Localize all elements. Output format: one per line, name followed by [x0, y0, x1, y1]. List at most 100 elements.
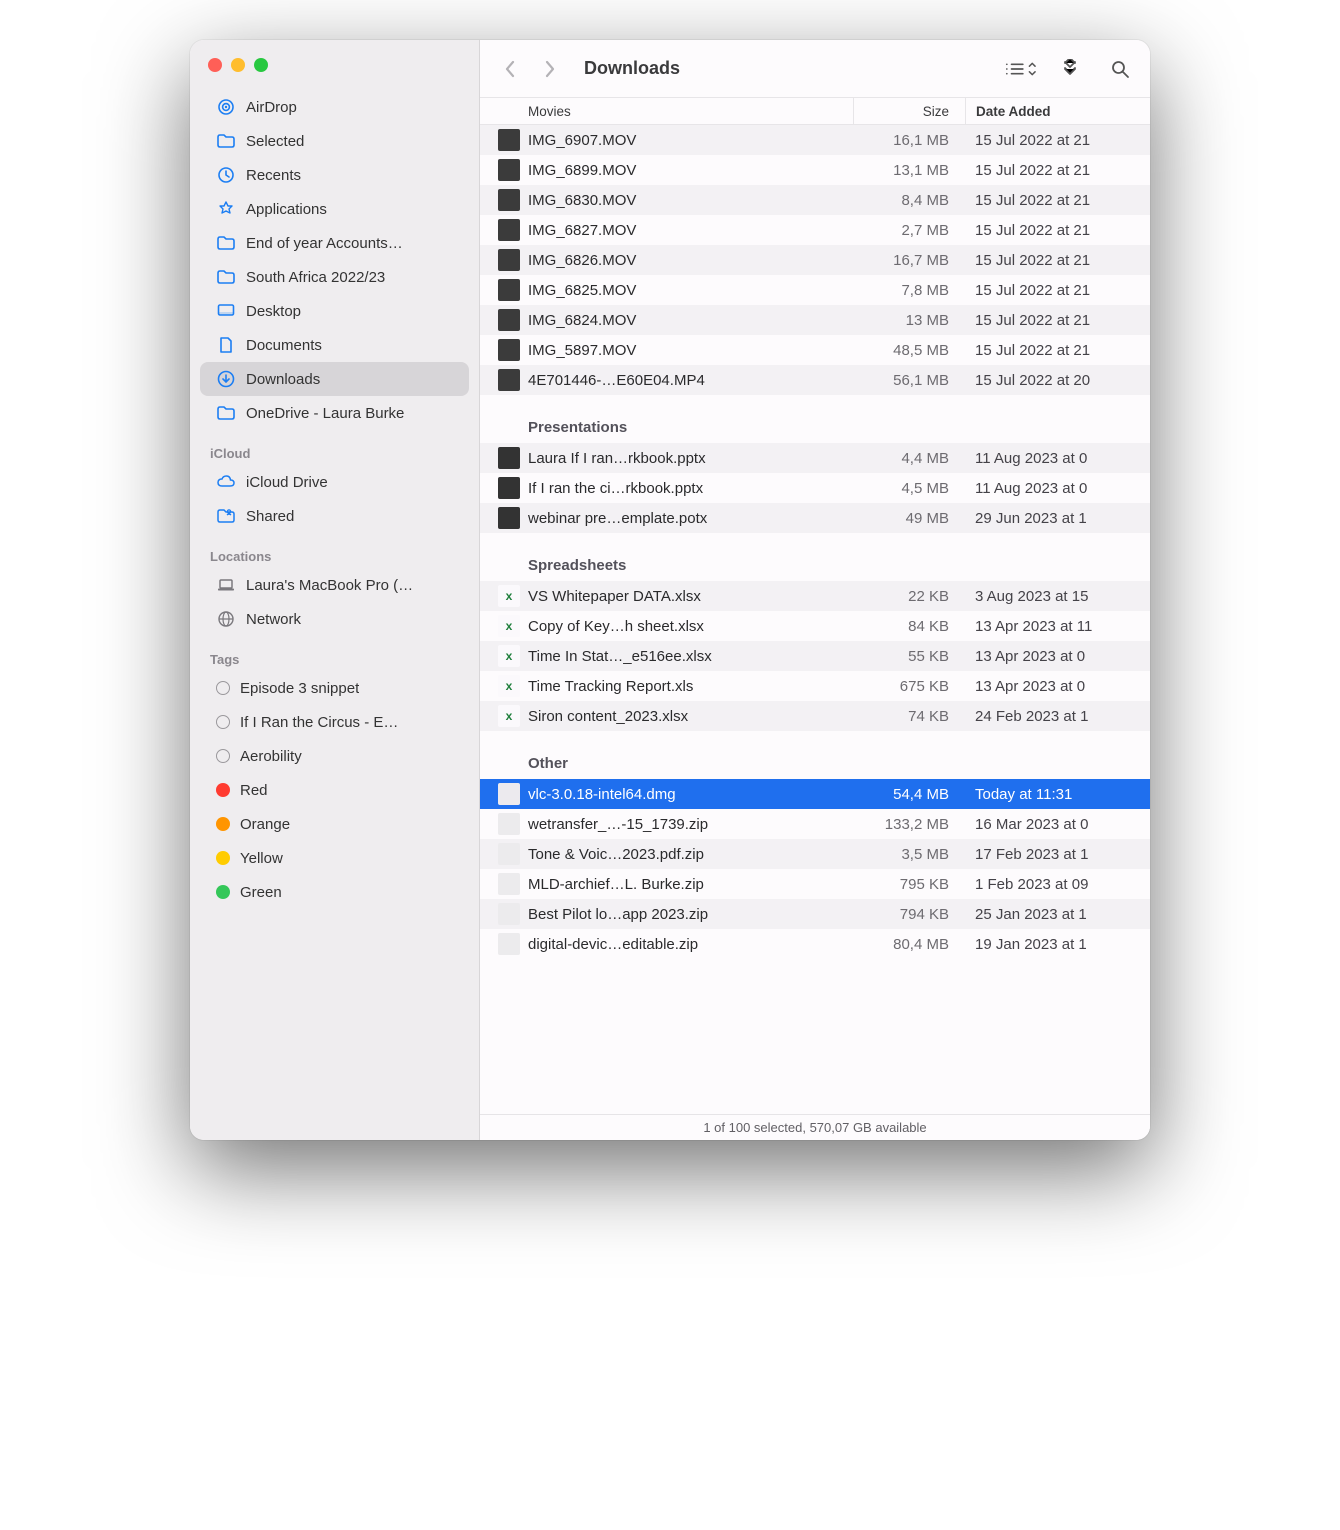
sidebar-item-end-of-year-accounts[interactable]: End of year Accounts…	[200, 226, 469, 260]
sidebar-item-south-africa-2022-23[interactable]: South Africa 2022/23	[200, 260, 469, 294]
mov-file-icon	[498, 159, 520, 181]
column-size[interactable]: Size	[853, 98, 965, 124]
file-name: If I ran the ci…rkbook.pptx	[528, 480, 853, 497]
file-name: IMG_5897.MOV	[528, 342, 853, 359]
ppt-file-icon	[498, 507, 520, 529]
file-list[interactable]: IMG_6907.MOV16,1 MB15 Jul 2022 at 21IMG_…	[480, 125, 1150, 1114]
file-size: 2,7 MB	[853, 222, 965, 239]
file-size: 56,1 MB	[853, 372, 965, 389]
overflow-button[interactable]	[1054, 53, 1086, 85]
column-name[interactable]: Movies	[524, 104, 853, 119]
shared-icon	[216, 506, 236, 526]
sidebar-item-label: Selected	[246, 133, 304, 150]
file-row[interactable]: webinar pre…emplate.potx49 MB29 Jun 2023…	[480, 503, 1150, 533]
download-icon	[216, 369, 236, 389]
file-date: 13 Apr 2023 at 11	[965, 618, 1150, 635]
file-date: 13 Apr 2023 at 0	[965, 648, 1150, 665]
sidebar-item-label: Recents	[246, 167, 301, 184]
sidebar-item-onedrive-laura-burke[interactable]: OneDrive - Laura Burke	[200, 396, 469, 430]
file-row[interactable]: xVS Whitepaper DATA.xlsx22 KB3 Aug 2023 …	[480, 581, 1150, 611]
sidebar-tag-orange[interactable]: Orange	[200, 807, 469, 841]
sidebar-item-laura-s-macbook-pro[interactable]: Laura's MacBook Pro (…	[200, 568, 469, 602]
close-button[interactable]	[208, 58, 222, 72]
view-mode-button[interactable]	[1004, 53, 1036, 85]
sidebar-item-downloads[interactable]: Downloads	[200, 362, 469, 396]
file-row[interactable]: Laura If I ran…rkbook.pptx4,4 MB11 Aug 2…	[480, 443, 1150, 473]
search-button[interactable]	[1104, 53, 1136, 85]
file-name: Tone & Voic…2023.pdf.zip	[528, 846, 853, 863]
file-row[interactable]: xTime Tracking Report.xls675 KB13 Apr 20…	[480, 671, 1150, 701]
toolbar: Downloads	[480, 40, 1150, 97]
sidebar-tag-episode-3-snippet[interactable]: Episode 3 snippet	[200, 671, 469, 705]
sidebar-item-icloud-drive[interactable]: iCloud Drive	[200, 465, 469, 499]
sidebar-item-selected[interactable]: Selected	[200, 124, 469, 158]
sidebar-tag-red[interactable]: Red	[200, 773, 469, 807]
file-row[interactable]: IMG_6827.MOV2,7 MB15 Jul 2022 at 21	[480, 215, 1150, 245]
sidebar-item-label: Orange	[240, 816, 290, 833]
sidebar-item-documents[interactable]: Documents	[200, 328, 469, 362]
sidebar-item-label: Shared	[246, 508, 294, 525]
sidebar-item-label: Downloads	[246, 371, 320, 388]
sidebar-item-desktop[interactable]: Desktop	[200, 294, 469, 328]
apps-icon	[216, 199, 236, 219]
file-name: Best Pilot lo…app 2023.zip	[528, 906, 853, 923]
file-date: 11 Aug 2023 at 0	[965, 480, 1150, 497]
file-row[interactable]: xSiron content_2023.xlsx74 KB24 Feb 2023…	[480, 701, 1150, 731]
file-row[interactable]: Best Pilot lo…app 2023.zip794 KB25 Jan 2…	[480, 899, 1150, 929]
file-row[interactable]: digital-devic…editable.zip80,4 MB19 Jan …	[480, 929, 1150, 959]
file-date: 15 Jul 2022 at 20	[965, 372, 1150, 389]
zip-file-icon	[498, 933, 520, 955]
file-row[interactable]: If I ran the ci…rkbook.pptx4,5 MB11 Aug …	[480, 473, 1150, 503]
file-name: Copy of Key…h sheet.xlsx	[528, 618, 853, 635]
column-date[interactable]: Date Added	[965, 98, 1150, 124]
file-name: vlc-3.0.18-intel64.dmg	[528, 786, 853, 803]
sidebar-item-label: Desktop	[246, 303, 301, 320]
sidebar-item-label: Red	[240, 782, 268, 799]
folder-icon	[216, 131, 236, 151]
file-row[interactable]: IMG_5897.MOV48,5 MB15 Jul 2022 at 21	[480, 335, 1150, 365]
zip-file-icon	[498, 843, 520, 865]
sidebar-item-shared[interactable]: Shared	[200, 499, 469, 533]
sidebar-item-recents[interactable]: Recents	[200, 158, 469, 192]
back-button[interactable]	[494, 53, 526, 85]
tag-dot-icon	[216, 749, 230, 763]
minimize-button[interactable]	[231, 58, 245, 72]
sidebar-tag-green[interactable]: Green	[200, 875, 469, 909]
column-headers[interactable]: Movies Size Date Added	[480, 97, 1150, 125]
sidebar-tag-aerobility[interactable]: Aerobility	[200, 739, 469, 773]
file-row[interactable]: IMG_6899.MOV13,1 MB15 Jul 2022 at 21	[480, 155, 1150, 185]
zoom-button[interactable]	[254, 58, 268, 72]
file-row[interactable]: IMG_6824.MOV13 MB15 Jul 2022 at 21	[480, 305, 1150, 335]
file-row[interactable]: xCopy of Key…h sheet.xlsx84 KB13 Apr 202…	[480, 611, 1150, 641]
sidebar-tag-yellow[interactable]: Yellow	[200, 841, 469, 875]
file-size: 13,1 MB	[853, 162, 965, 179]
file-row[interactable]: MLD-archief…L. Burke.zip795 KB1 Feb 2023…	[480, 869, 1150, 899]
file-row[interactable]: IMG_6826.MOV16,7 MB15 Jul 2022 at 21	[480, 245, 1150, 275]
sidebar-item-label: South Africa 2022/23	[246, 269, 385, 286]
finder-window: AirDrop Selected Recents ApplicationsEnd of…	[190, 40, 1150, 1140]
file-row[interactable]: 4E701446-…E60E04.MP456,1 MB15 Jul 2022 a…	[480, 365, 1150, 395]
sidebar-tag-if-i-ran-the-circus-e[interactable]: If I Ran the Circus - E…	[200, 705, 469, 739]
mov-file-icon	[498, 369, 520, 391]
file-name: IMG_6825.MOV	[528, 282, 853, 299]
file-row[interactable]: vlc-3.0.18-intel64.dmg54,4 MBToday at 11…	[480, 779, 1150, 809]
zip-file-icon	[498, 813, 520, 835]
file-row[interactable]: IMG_6907.MOV16,1 MB15 Jul 2022 at 21	[480, 125, 1150, 155]
sidebar-item-label: Aerobility	[240, 748, 302, 765]
forward-button[interactable]	[534, 53, 566, 85]
file-row[interactable]: IMG_6830.MOV8,4 MB15 Jul 2022 at 21	[480, 185, 1150, 215]
mov-file-icon	[498, 129, 520, 151]
file-row[interactable]: xTime In Stat…_e516ee.xlsx55 KB13 Apr 20…	[480, 641, 1150, 671]
file-date: 15 Jul 2022 at 21	[965, 132, 1150, 149]
file-size: 8,4 MB	[853, 192, 965, 209]
folder-icon	[216, 233, 236, 253]
file-date: 15 Jul 2022 at 21	[965, 342, 1150, 359]
file-row[interactable]: IMG_6825.MOV7,8 MB15 Jul 2022 at 21	[480, 275, 1150, 305]
file-row[interactable]: wetransfer_…-15_1739.zip133,2 MB16 Mar 2…	[480, 809, 1150, 839]
sidebar-item-network[interactable]: Network	[200, 602, 469, 636]
file-row[interactable]: Tone & Voic…2023.pdf.zip3,5 MB17 Feb 202…	[480, 839, 1150, 869]
zip-file-icon	[498, 873, 520, 895]
sidebar-item-applications[interactable]: Applications	[200, 192, 469, 226]
tag-dot-icon	[216, 715, 230, 729]
sidebar-item-airdrop[interactable]: AirDrop	[200, 90, 469, 124]
